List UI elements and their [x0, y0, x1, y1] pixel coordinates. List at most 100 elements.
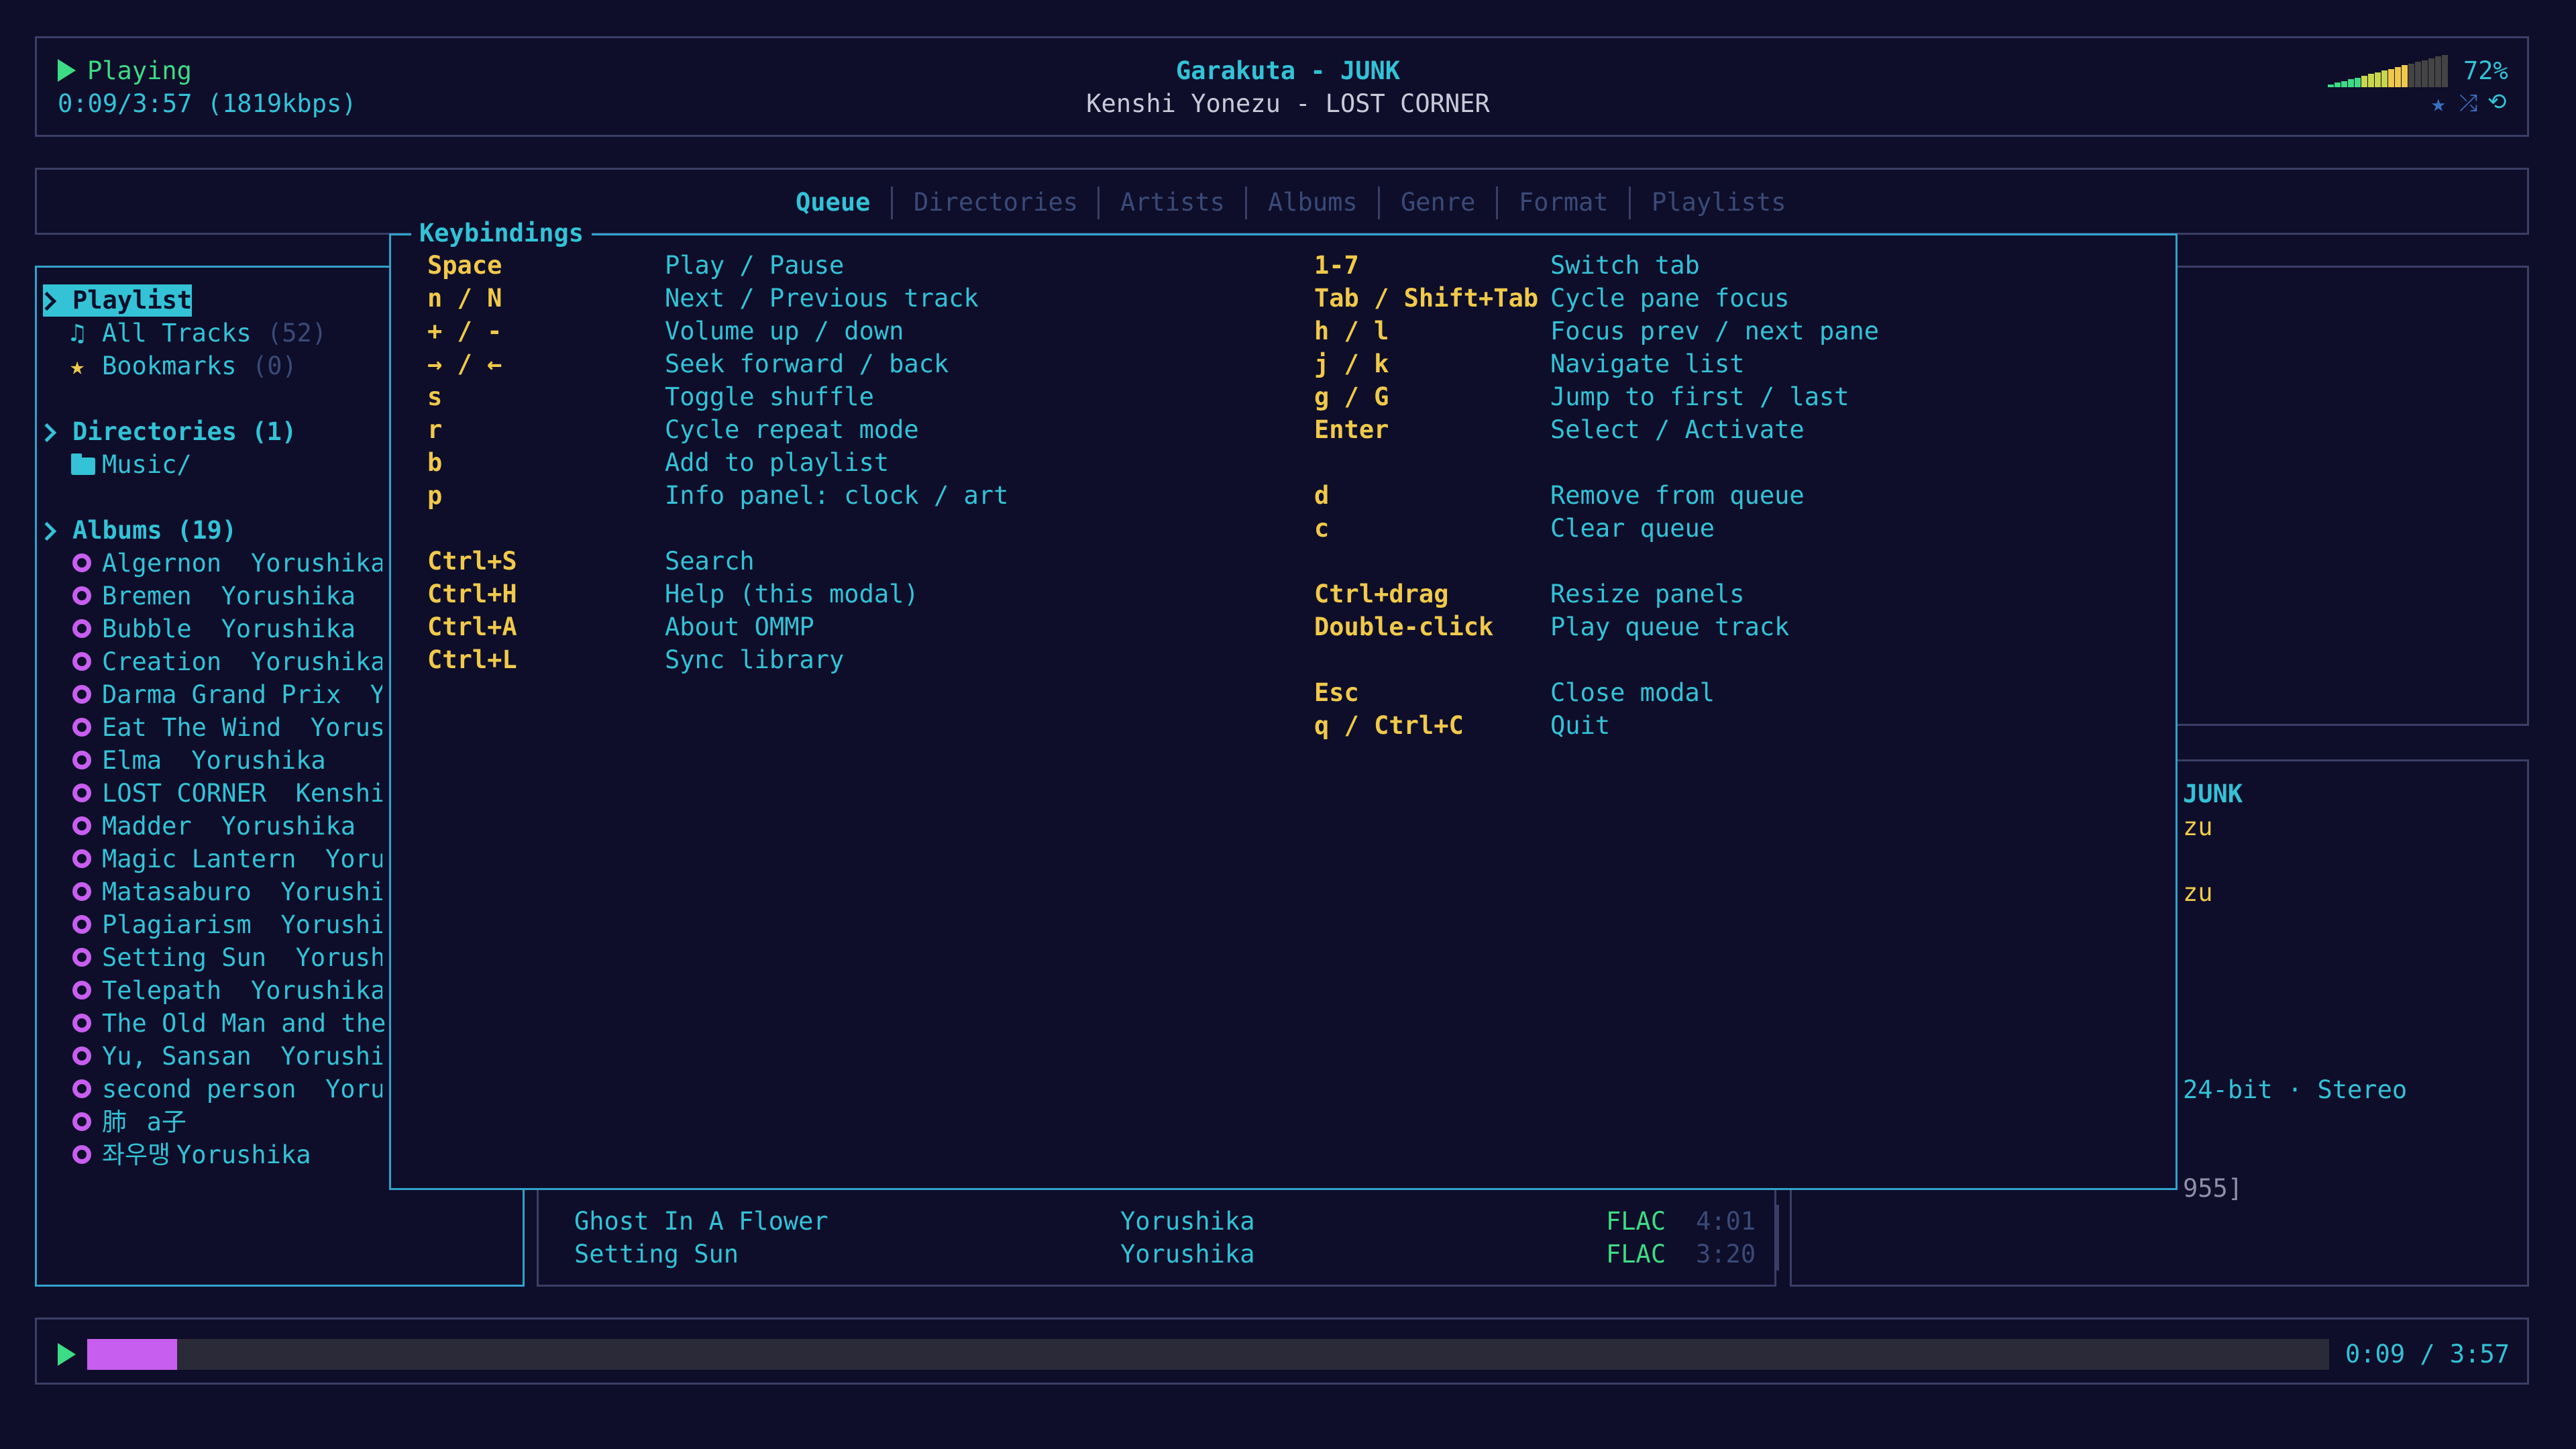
sidebar-album-artist: Yorushika	[191, 746, 326, 775]
sidebar-item-music-dir[interactable]: Music/	[102, 448, 192, 481]
volume-meter[interactable]	[2328, 54, 2449, 87]
shuffle-icon[interactable]: ⤮	[2459, 87, 2477, 120]
tab-separator	[891, 186, 893, 219]
queue-scrollbar[interactable]	[1775, 1205, 1779, 1271]
sidebar-album-title[interactable]: Matasaburo	[102, 875, 252, 908]
tab-directories[interactable]: Directories	[914, 186, 1078, 219]
keybinding-desc: Seek forward / back	[665, 350, 949, 378]
tab-queue[interactable]: Queue	[796, 186, 870, 219]
tab-playlists[interactable]: Playlists	[1652, 186, 1786, 219]
volume-bar-segment	[2355, 77, 2361, 87]
queue-title: Setting Sun	[574, 1240, 739, 1269]
keybinding-desc: Play queue track	[1550, 612, 1790, 641]
volume-bar-segment	[2328, 85, 2334, 87]
volume-bar-segment	[2348, 79, 2354, 87]
volume-bar-segment	[2395, 67, 2401, 87]
queue-duration: 3:20	[1696, 1240, 1756, 1269]
sidebar-album-artist: Yorushika	[221, 812, 356, 841]
sidebar-album-title[interactable]: Bremen	[102, 580, 192, 612]
album-icon	[72, 718, 91, 737]
info-line-2: zu	[2183, 878, 2213, 907]
album-icon	[72, 981, 91, 1000]
keybinding-desc: Quit	[1550, 711, 1611, 740]
album-icon	[72, 882, 91, 901]
sidebar-album-title[interactable]: Telepath	[102, 974, 221, 1007]
playlist-header[interactable]: Playlist	[72, 284, 192, 317]
sidebar-album-title[interactable]: Algernon	[102, 547, 221, 580]
sidebar-album-artist: Yorushi	[280, 910, 382, 939]
sidebar-album-title[interactable]: Eat The Wind	[102, 711, 281, 744]
info-title-fragment: JUNK	[2183, 780, 2243, 808]
keybinding-desc: Select / Activate	[1550, 415, 1805, 444]
queue-format: FLAC	[1606, 1207, 1666, 1236]
tab-separator	[1378, 186, 1380, 219]
sidebar-album-artist: Yorushika	[221, 582, 356, 610]
tab-format[interactable]: Format	[1519, 186, 1609, 219]
keybinding-key: g / G	[1314, 382, 1389, 411]
playback-status: Playing	[87, 56, 192, 85]
tab-artists[interactable]: Artists	[1120, 186, 1225, 219]
keybinding-key: Esc	[1314, 678, 1359, 707]
keybinding-key: Enter	[1314, 415, 1389, 444]
modal-title: Keybindings	[411, 217, 592, 250]
keybinding-desc: Info panel: clock / art	[665, 481, 1009, 510]
album-icon	[72, 652, 91, 671]
sidebar-album-title[interactable]: LOST CORNER	[102, 777, 266, 810]
sidebar-album-title[interactable]: Madder	[102, 810, 192, 843]
sidebar-album-artist: Yorushika	[251, 549, 382, 578]
volume-bar-segment	[2361, 76, 2367, 87]
sidebar-album-title[interactable]: Magic Lantern	[102, 843, 297, 875]
tab-separator	[1097, 186, 1099, 219]
album-icon	[72, 553, 91, 572]
sidebar-album-title[interactable]: Creation	[102, 645, 221, 678]
sidebar-album-artist: Y	[370, 680, 382, 709]
music-note-icon: ♫	[70, 319, 85, 347]
tab-separator	[1245, 186, 1247, 219]
sidebar-album-title[interactable]: 肺	[102, 1106, 127, 1138]
queue-artist: Yorushika	[1120, 1240, 1255, 1269]
volume-bar-segment	[2341, 80, 2347, 87]
album-icon	[72, 849, 91, 868]
sidebar-item-all-tracks[interactable]: All Tracks	[102, 317, 252, 350]
keybinding-desc: Switch tab	[1550, 251, 1700, 280]
tab-separator	[1496, 186, 1498, 219]
keybinding-key: Double-click	[1314, 612, 1494, 641]
sidebar-album-title[interactable]: Bubble	[102, 612, 192, 645]
sidebar-album-title[interactable]: Yu, Sansan	[102, 1040, 252, 1073]
tab-separator	[1629, 186, 1631, 219]
album-icon	[72, 1079, 91, 1098]
track-artist-album: Kenshi Yonezu - LOST CORNER	[1086, 89, 1490, 118]
sidebar-album-title[interactable]: 좌우맹	[102, 1138, 170, 1171]
repeat-icon[interactable]: ⟲	[2487, 86, 2507, 119]
sidebar-album-title[interactable]: The Old Man and the	[102, 1007, 386, 1040]
keybinding-desc: Help (this modal)	[665, 580, 919, 608]
keybinding-desc: Add to playlist	[665, 448, 890, 477]
directories-header[interactable]: Directories (1)	[72, 415, 297, 448]
play-button-icon[interactable]	[58, 1343, 76, 1366]
sidebar-item-bookmarks[interactable]: Bookmarks	[102, 350, 236, 382]
tab-genre[interactable]: Genre	[1401, 186, 1475, 219]
album-icon	[72, 1046, 91, 1065]
keybinding-desc: Sync library	[665, 645, 845, 674]
album-icon	[72, 1014, 91, 1032]
keybinding-key: Tab / Shift+Tab	[1314, 284, 1539, 313]
sidebar-album-title[interactable]: Setting Sun	[102, 941, 266, 974]
sidebar-album-title[interactable]: Plagiarism	[102, 908, 252, 941]
star-icon[interactable]: ★	[2431, 87, 2446, 120]
all-tracks-count: (52)	[267, 319, 327, 347]
volume-percent: 72%	[2463, 56, 2508, 85]
keybinding-key: Ctrl+H	[427, 580, 517, 608]
sidebar-album-title[interactable]: Elma	[102, 744, 162, 777]
sidebar-album-title[interactable]: second person	[102, 1073, 297, 1106]
sidebar-album-title[interactable]: Darma Grand Prix	[102, 678, 341, 711]
albums-header[interactable]: Albums (19)	[72, 514, 237, 547]
tab-albums[interactable]: Albums	[1268, 186, 1358, 219]
album-icon	[72, 784, 91, 802]
sidebar-album-artist: Yorushi	[280, 1042, 382, 1071]
seek-bar[interactable]	[87, 1339, 2329, 1370]
info-format: 24-bit · Stereo	[2183, 1075, 2408, 1104]
star-icon: ★	[70, 352, 85, 380]
volume-bar-segment	[2402, 65, 2408, 87]
sidebar-album-artist: Kenshi	[295, 779, 382, 808]
sidebar-album-artist: Yorushika	[176, 1140, 311, 1169]
